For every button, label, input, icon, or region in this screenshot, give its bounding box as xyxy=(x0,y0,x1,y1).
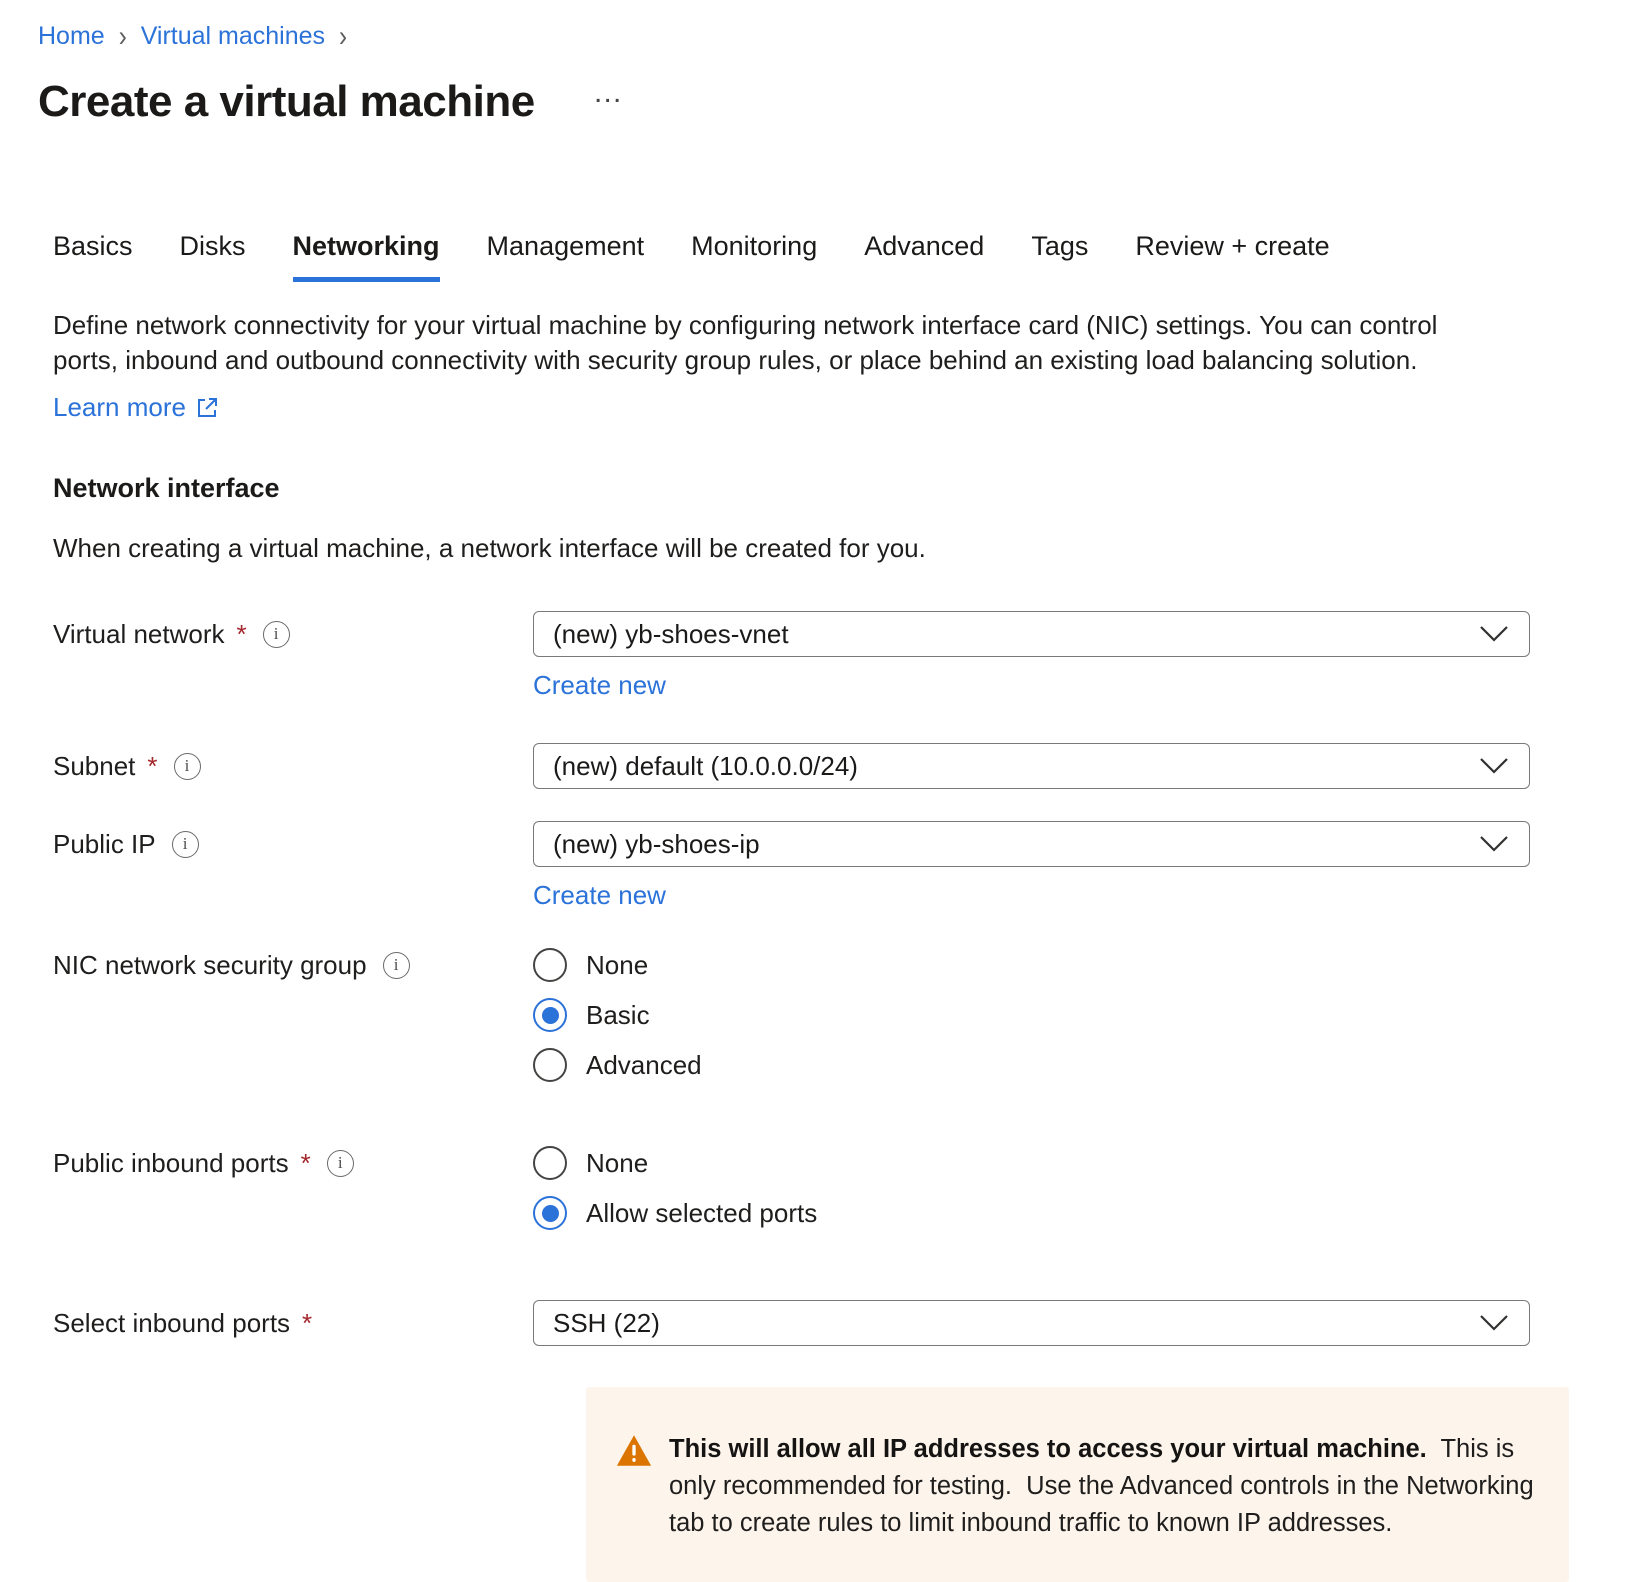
network-interface-subtext: When creating a virtual machine, a netwo… xyxy=(53,533,1644,564)
subnet-dropdown[interactable]: (new) default (10.0.0.0/24) xyxy=(533,743,1530,789)
public-ip-value: (new) yb-shoes-ip xyxy=(553,829,760,860)
chevron-down-icon xyxy=(1479,751,1509,782)
required-asterisk: * xyxy=(301,1148,311,1179)
select-inbound-ports-row: Select inbound ports * SSH (22) xyxy=(53,1300,1644,1346)
virtual-network-dropdown[interactable]: (new) yb-shoes-vnet xyxy=(533,611,1530,657)
page-title: Create a virtual machine xyxy=(38,77,535,127)
tab-networking[interactable]: Networking xyxy=(293,231,440,282)
more-options-ellipsis-icon[interactable]: … xyxy=(593,88,626,116)
breadcrumb-home-link[interactable]: Home xyxy=(38,22,105,51)
nic-nsg-option-none[interactable]: None xyxy=(533,940,1530,990)
learn-more-label: Learn more xyxy=(53,392,186,423)
tab-disks[interactable]: Disks xyxy=(180,231,246,282)
external-link-icon xyxy=(195,396,219,420)
info-icon[interactable]: i xyxy=(263,621,290,648)
network-interface-heading: Network interface xyxy=(53,473,1644,504)
warning-message: This will allow all IP addresses to acce… xyxy=(669,1431,1535,1542)
public-ip-dropdown[interactable]: (new) yb-shoes-ip xyxy=(533,821,1530,867)
radio-option-label: None xyxy=(586,1148,648,1179)
tab-advanced[interactable]: Advanced xyxy=(864,231,984,282)
subnet-value: (new) default (10.0.0.0/24) xyxy=(553,751,858,782)
nic-nsg-option-basic[interactable]: Basic xyxy=(533,990,1530,1040)
public-ip-create-new-link[interactable]: Create new xyxy=(533,880,666,911)
networking-description: Define network connectivity for your vir… xyxy=(53,308,1503,378)
radio-button-selected-icon xyxy=(533,998,567,1032)
radio-option-label: Advanced xyxy=(586,1050,702,1081)
public-inbound-ports-label: Public inbound ports xyxy=(53,1148,289,1179)
breadcrumb-separator-icon: › xyxy=(119,19,127,54)
required-asterisk: * xyxy=(147,751,157,782)
virtual-network-label: Virtual network xyxy=(53,619,225,650)
select-inbound-ports-label: Select inbound ports xyxy=(53,1308,290,1339)
tab-management[interactable]: Management xyxy=(487,231,645,282)
required-asterisk: * xyxy=(302,1308,312,1339)
breadcrumb-virtual-machines-link[interactable]: Virtual machines xyxy=(141,22,325,51)
nic-nsg-label: NIC network security group xyxy=(53,950,367,981)
radio-button-icon xyxy=(533,1146,567,1180)
radio-button-icon xyxy=(533,1048,567,1082)
breadcrumb-separator-icon: › xyxy=(339,19,347,54)
radio-option-label: Basic xyxy=(586,1000,650,1031)
breadcrumb: Home › Virtual machines › xyxy=(38,22,1644,51)
tab-monitoring[interactable]: Monitoring xyxy=(691,231,817,282)
warning-message-bold: This will allow all IP addresses to acce… xyxy=(669,1435,1427,1463)
chevron-down-icon xyxy=(1479,1308,1509,1339)
nic-nsg-option-advanced[interactable]: Advanced xyxy=(533,1040,1530,1090)
subnet-row: Subnet * i (new) default (10.0.0.0/24) xyxy=(53,743,1644,789)
select-inbound-ports-dropdown[interactable]: SSH (22) xyxy=(533,1300,1530,1346)
public-ip-label: Public IP xyxy=(53,829,156,860)
learn-more-link[interactable]: Learn more xyxy=(53,392,219,423)
radio-button-icon xyxy=(533,948,567,982)
tab-review-create[interactable]: Review + create xyxy=(1135,231,1329,282)
info-icon[interactable]: i xyxy=(383,952,410,979)
required-asterisk: * xyxy=(237,619,247,650)
info-icon[interactable]: i xyxy=(172,831,199,858)
virtual-network-create-new-link[interactable]: Create new xyxy=(533,670,666,701)
radio-button-selected-icon xyxy=(533,1196,567,1230)
inbound-ports-warning-banner: This will allow all IP addresses to acce… xyxy=(586,1387,1569,1582)
chevron-down-icon xyxy=(1479,619,1509,650)
info-icon[interactable]: i xyxy=(174,753,201,780)
chevron-down-icon xyxy=(1479,829,1509,860)
page-header: Home › Virtual machines › Create a virtu… xyxy=(0,0,1644,127)
virtual-network-value: (new) yb-shoes-vnet xyxy=(553,619,789,650)
virtual-network-row: Virtual network * i (new) yb-shoes-vnet C… xyxy=(53,611,1644,701)
public-inbound-option-allow-selected[interactable]: Allow selected ports xyxy=(533,1188,1530,1238)
public-inbound-ports-radio-group: None Allow selected ports xyxy=(533,1138,1530,1238)
radio-option-label: None xyxy=(586,950,648,981)
warning-triangle-icon xyxy=(616,1434,652,1472)
public-inbound-ports-row: Public inbound ports * i None Allow selec… xyxy=(53,1138,1644,1238)
public-ip-row: Public IP i (new) yb-shoes-ip Create new xyxy=(53,821,1644,911)
tab-tags[interactable]: Tags xyxy=(1031,231,1088,282)
public-inbound-option-none[interactable]: None xyxy=(533,1138,1530,1188)
tab-basics[interactable]: Basics xyxy=(53,231,133,282)
radio-option-label: Allow selected ports xyxy=(586,1198,817,1229)
nic-nsg-row: NIC network security group i None Basic … xyxy=(53,940,1644,1090)
info-icon[interactable]: i xyxy=(327,1150,354,1177)
select-inbound-ports-value: SSH (22) xyxy=(553,1308,660,1339)
nic-nsg-radio-group: None Basic Advanced xyxy=(533,940,1530,1090)
wizard-tabs: Basics Disks Networking Management Monit… xyxy=(53,231,1644,282)
subnet-label: Subnet xyxy=(53,751,135,782)
